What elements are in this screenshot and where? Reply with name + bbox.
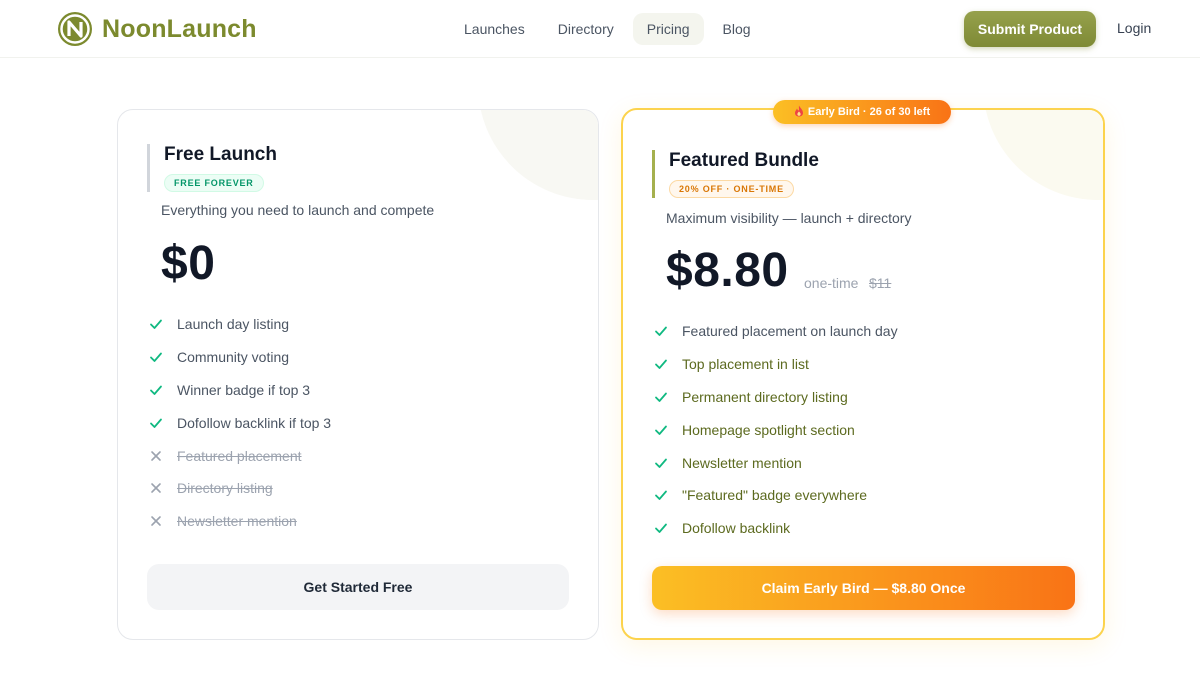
- feature-item: Homepage spotlight section: [653, 413, 898, 446]
- feature-item-excluded: Directory listing: [148, 472, 331, 505]
- cross-icon: [148, 448, 164, 464]
- feature-label: Dofollow backlink if top 3: [177, 414, 332, 431]
- main-nav: Launches Directory Pricing Blog: [450, 13, 770, 45]
- feature-label: Winner badge if top 3: [177, 381, 311, 398]
- feature-label: Permanent directory listing: [682, 388, 848, 405]
- top-navbar: NoonLaunch Launches Directory Pricing Bl…: [0, 0, 1200, 58]
- cross-icon: [148, 513, 164, 529]
- nav-pricing[interactable]: Pricing: [632, 13, 704, 45]
- brand-name: NoonLaunch: [102, 14, 257, 43]
- feature-label: "Featured" badge everywhere: [682, 487, 868, 504]
- feature-label: Homepage spotlight section: [682, 421, 855, 438]
- early-bird-badge: Early Bird · 26 of 30 left: [773, 100, 951, 124]
- feature-item-excluded: Featured placement: [148, 439, 331, 472]
- featured-plan-tag: 20% OFF · ONE-TIME: [669, 180, 794, 198]
- feature-item: Top placement in list: [653, 348, 898, 381]
- feature-label: Community voting: [177, 349, 290, 366]
- featured-plan-price: $8.80: [666, 244, 789, 297]
- check-icon: [653, 356, 669, 372]
- claim-early-bird-button[interactable]: Claim Early Bird — $8.80 Once: [652, 566, 1075, 610]
- free-plan-title: Free Launch: [164, 144, 277, 165]
- feature-label: Newsletter mention: [177, 513, 297, 530]
- feature-item: Featured placement on launch day: [653, 315, 898, 348]
- early-bird-badge-text: Early Bird · 26 of 30 left: [807, 106, 931, 118]
- check-icon: [148, 316, 164, 332]
- submit-product-button[interactable]: Submit Product: [964, 11, 1096, 47]
- free-plan-features: Launch day listing Community voting Winn…: [148, 308, 331, 538]
- free-plan-description: Everything you need to launch and compet…: [161, 202, 435, 218]
- feature-label: Launch day listing: [177, 316, 290, 333]
- check-icon: [653, 455, 669, 471]
- logo-n-icon: [58, 12, 92, 46]
- get-started-free-button[interactable]: Get Started Free: [147, 564, 569, 610]
- feature-label: Featured placement: [177, 447, 302, 464]
- nav-launches[interactable]: Launches: [450, 13, 539, 45]
- feature-item: Winner badge if top 3: [148, 374, 331, 407]
- feature-label: Featured placement on launch day: [682, 323, 898, 340]
- feature-label: Top placement in list: [682, 356, 809, 373]
- feature-item: Launch day listing: [148, 308, 331, 341]
- check-icon: [653, 323, 669, 339]
- fire-icon: [794, 105, 804, 120]
- check-icon: [653, 520, 669, 536]
- feature-item: "Featured" badge everywhere: [653, 479, 898, 512]
- feature-item: Dofollow backlink if top 3: [148, 406, 331, 439]
- free-plan-card: Free Launch FREE FOREVER Everything you …: [117, 109, 599, 640]
- free-plan-price: $0: [161, 237, 216, 290]
- free-plan-tag: FREE FOREVER: [164, 174, 264, 192]
- check-icon: [148, 415, 164, 431]
- nav-blog[interactable]: Blog: [709, 13, 765, 45]
- check-icon: [653, 487, 669, 503]
- login-link[interactable]: Login: [1117, 20, 1151, 36]
- cross-icon: [148, 480, 164, 496]
- check-icon: [148, 382, 164, 398]
- card-decoration: [983, 110, 1103, 200]
- price-note: one-time: [804, 275, 859, 291]
- featured-plan-title: Featured Bundle: [669, 150, 819, 171]
- feature-item-excluded: Newsletter mention: [148, 505, 331, 538]
- featured-plan-features: Featured placement on launch day Top pla…: [653, 315, 898, 545]
- nav-directory[interactable]: Directory: [544, 13, 628, 45]
- free-plan-title-block: Free Launch FREE FOREVER: [147, 144, 277, 192]
- brand-logo[interactable]: NoonLaunch: [58, 12, 257, 46]
- check-icon: [653, 389, 669, 405]
- original-price: $11: [869, 275, 892, 291]
- feature-item: Community voting: [148, 341, 331, 374]
- featured-plan-title-block: Featured Bundle 20% OFF · ONE-TIME: [652, 150, 819, 198]
- feature-item: Permanent directory listing: [653, 381, 898, 414]
- featured-plan-description: Maximum visibility — launch + directory: [666, 210, 912, 226]
- feature-label: Directory listing: [177, 480, 273, 497]
- feature-label: Dofollow backlink: [682, 520, 791, 537]
- featured-plan-card: Featured Bundle 20% OFF · ONE-TIME Maxim…: [621, 108, 1105, 640]
- feature-item: Dofollow backlink: [653, 512, 898, 545]
- feature-item: Newsletter mention: [653, 446, 898, 479]
- card-decoration: [478, 110, 598, 200]
- check-icon: [148, 349, 164, 365]
- feature-label: Newsletter mention: [682, 454, 802, 471]
- check-icon: [653, 422, 669, 438]
